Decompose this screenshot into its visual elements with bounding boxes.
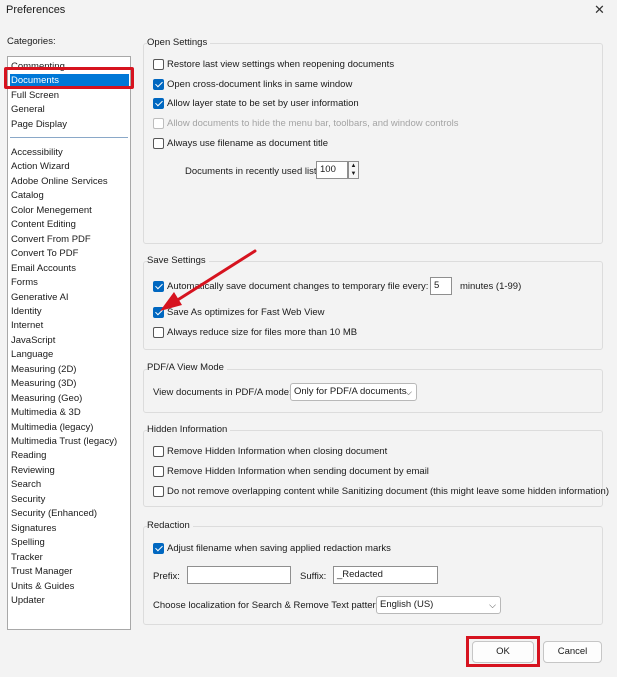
category-item-measuring-geo[interactable]: Measuring (Geo): [10, 392, 129, 406]
category-item-signatures[interactable]: Signatures: [10, 522, 129, 536]
fast-web-view-label: Save As optimizes for Fast Web View: [167, 307, 325, 318]
category-item-forms[interactable]: Forms: [10, 276, 129, 290]
category-item-adobe-online-services[interactable]: Adobe Online Services: [10, 175, 129, 189]
adjust-filename-label: Adjust filename when saving applied reda…: [167, 543, 391, 554]
redaction-title: Redaction: [147, 520, 193, 531]
save-settings-title: Save Settings: [147, 255, 209, 266]
restore-view-label: Restore last view settings when reopenin…: [167, 59, 395, 70]
category-item-measuring-3d[interactable]: Measuring (3D): [10, 377, 129, 391]
category-item-generative-ai[interactable]: Generative AI: [10, 291, 129, 305]
category-item-convert-to-pdf[interactable]: Convert To PDF: [10, 247, 129, 261]
prefix-label: Prefix:: [153, 571, 180, 582]
category-item-catalog[interactable]: Catalog: [10, 189, 129, 203]
autosave-checkbox[interactable]: [153, 281, 164, 292]
prefix-input[interactable]: [187, 566, 291, 584]
cross-doc-links-checkbox[interactable]: [153, 79, 164, 90]
category-item-javascript[interactable]: JavaScript: [10, 334, 129, 348]
reduce-size-label: Always reduce size for files more than 1…: [167, 327, 358, 338]
category-item-language[interactable]: Language: [10, 348, 129, 362]
categories-list[interactable]: Commenting Documents Full Screen General Pag…: [7, 56, 131, 630]
suffix-input[interactable]: _Redacted: [333, 566, 438, 584]
category-item-tracker[interactable]: Tracker: [10, 551, 129, 565]
recent-list-spinner[interactable]: ▲ ▼: [348, 161, 359, 179]
cross-doc-links-label: Open cross-document links in same window: [167, 79, 353, 90]
pdfa-mode-label: View documents in PDF/A mode:: [153, 387, 292, 398]
remove-hidden-email-checkbox[interactable]: [153, 466, 164, 477]
restore-view-checkbox[interactable]: [153, 59, 164, 70]
hide-menubar-checkbox: [153, 118, 164, 129]
localization-dropdown[interactable]: English (US) ⌵: [376, 596, 501, 614]
pdfa-mode-dropdown[interactable]: Only for PDF/A documents ⌵: [290, 383, 417, 401]
title-bar: Preferences ✕: [0, 0, 617, 24]
category-item-security[interactable]: Security: [10, 493, 129, 507]
category-item-updater[interactable]: Updater: [10, 594, 129, 608]
category-item-internet[interactable]: Internet: [10, 319, 129, 333]
category-item-multimedia-trust-legacy[interactable]: Multimedia Trust (legacy): [10, 435, 129, 449]
reduce-size-checkbox[interactable]: [153, 327, 164, 338]
adjust-filename-checkbox[interactable]: [153, 543, 164, 554]
filename-title-checkbox[interactable]: [153, 138, 164, 149]
overlap-content-checkbox[interactable]: [153, 486, 164, 497]
documents-highlight-box: [4, 67, 134, 89]
category-item-content-editing[interactable]: Content Editing: [10, 218, 129, 232]
category-item-search[interactable]: Search: [10, 478, 129, 492]
close-icon[interactable]: ✕: [594, 2, 605, 18]
pdfa-mode-value: Only for PDF/A documents: [294, 386, 407, 397]
recent-list-label: Documents in recently used list:: [185, 166, 320, 177]
category-separator: [10, 137, 128, 138]
layer-state-checkbox[interactable]: [153, 98, 164, 109]
remove-hidden-close-label: Remove Hidden Information when closing d…: [167, 446, 388, 457]
spin-down-icon[interactable]: ▼: [351, 171, 357, 177]
minutes-range-label: minutes (1-99): [460, 281, 522, 292]
cancel-button[interactable]: Cancel: [543, 641, 602, 663]
layer-state-label: Allow layer state to be set by user info…: [167, 98, 359, 109]
categories-label: Categories:: [7, 36, 56, 47]
category-item-units-guides[interactable]: Units & Guides: [10, 580, 129, 594]
category-item-general[interactable]: General: [10, 103, 129, 117]
window-title: Preferences: [6, 4, 66, 16]
category-item-reading[interactable]: Reading: [10, 449, 129, 463]
spin-up-icon[interactable]: ▲: [351, 163, 357, 169]
category-item-multimedia-3d[interactable]: Multimedia & 3D: [10, 406, 129, 420]
autosave-label: Automatically save document changes to t…: [167, 281, 429, 292]
remove-hidden-email-label: Remove Hidden Information when sending d…: [167, 466, 429, 477]
category-item-multimedia-legacy[interactable]: Multimedia (legacy): [10, 421, 129, 435]
category-item-security-enhanced[interactable]: Security (Enhanced): [10, 507, 129, 521]
autosave-minutes-input[interactable]: 5: [430, 277, 452, 295]
localization-label: Choose localization for Search & Remove …: [153, 600, 389, 611]
localization-value: English (US): [380, 599, 434, 610]
pdfa-title: PDF/A View Mode: [147, 362, 227, 373]
category-item-page-display[interactable]: Page Display: [10, 118, 129, 132]
category-item-spelling[interactable]: Spelling: [10, 536, 129, 550]
filename-title-label: Always use filename as document title: [167, 138, 329, 149]
ok-highlight-box: [466, 636, 540, 667]
recent-list-input[interactable]: 100: [316, 161, 348, 179]
hide-menubar-label: Allow documents to hide the menu bar, to…: [167, 118, 459, 129]
category-item-action-wizard[interactable]: Action Wizard: [10, 160, 129, 174]
chevron-down-icon: ⌵: [405, 387, 412, 397]
chevron-down-icon: ⌵: [489, 600, 496, 610]
fast-web-view-checkbox[interactable]: [153, 307, 164, 318]
remove-hidden-close-checkbox[interactable]: [153, 446, 164, 457]
hidden-info-title: Hidden Information: [147, 424, 231, 435]
open-settings-title: Open Settings: [147, 37, 211, 48]
category-item-convert-from-pdf[interactable]: Convert From PDF: [10, 233, 129, 247]
category-item-trust-manager[interactable]: Trust Manager: [10, 565, 129, 579]
suffix-label: Suffix:: [300, 571, 327, 582]
category-item-full-screen[interactable]: Full Screen: [10, 89, 129, 103]
category-item-color-menegement[interactable]: Color Menegement: [10, 204, 129, 218]
category-item-measuring-2d[interactable]: Measuring (2D): [10, 363, 129, 377]
overlap-content-label: Do not remove overlapping content while …: [167, 486, 609, 497]
category-item-email-accounts[interactable]: Email Accounts: [10, 262, 129, 276]
category-item-reviewing[interactable]: Reviewing: [10, 464, 129, 478]
category-item-accessibility[interactable]: Accessibility: [10, 146, 129, 160]
category-item-identity[interactable]: Identity: [10, 305, 129, 319]
